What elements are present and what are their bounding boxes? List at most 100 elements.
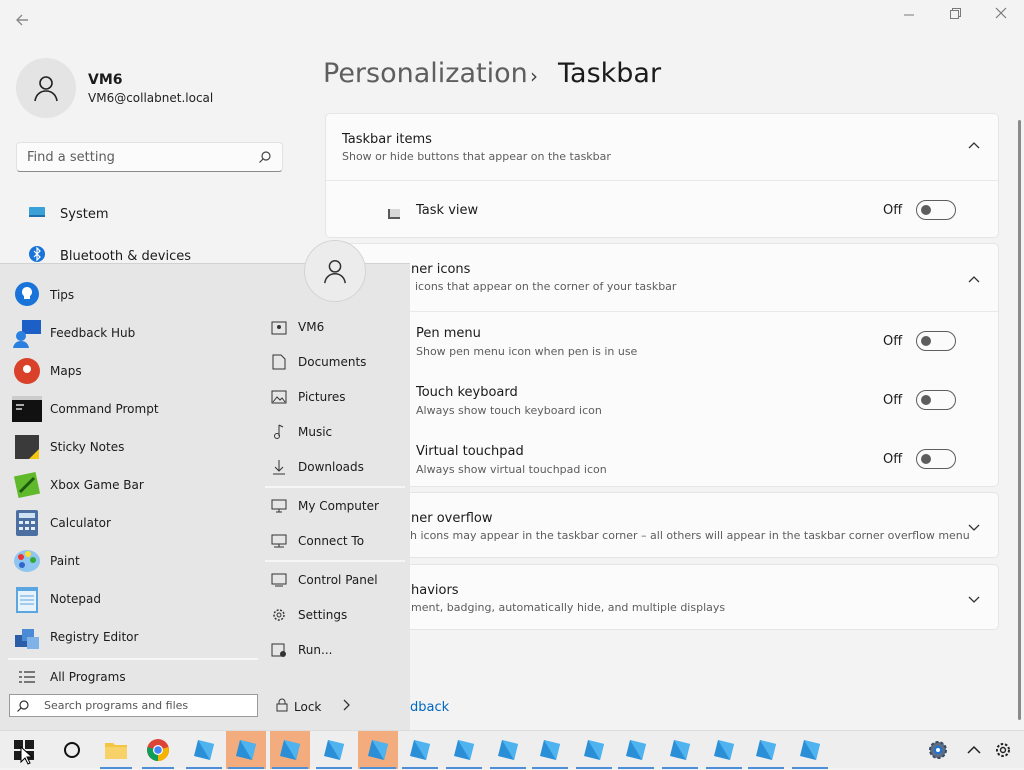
close-button[interactable] (994, 6, 1008, 24)
taskbar-app-button[interactable] (400, 731, 440, 769)
taskbar-app-button[interactable] (704, 731, 744, 769)
taskbar-app-button[interactable] (444, 731, 484, 769)
lock-icon (276, 698, 288, 715)
tray-settings-button[interactable] (920, 731, 956, 769)
start-item-paint[interactable]: Paint (12, 546, 80, 576)
app-icon (756, 740, 776, 760)
chrome-button[interactable] (140, 731, 176, 769)
taskbar-app-button[interactable] (746, 731, 786, 769)
picture-icon (270, 388, 288, 406)
taskbar-behaviors-card[interactable]: haviors ment, badging, automatically hid… (325, 564, 999, 630)
start-item-registry-editor[interactable]: Registry Editor (12, 622, 138, 652)
taskbar-app-button[interactable] (616, 731, 656, 769)
start-right-settings[interactable]: Settings (270, 606, 347, 624)
cortana-button[interactable] (54, 731, 90, 769)
gear-icon (996, 743, 1010, 757)
back-button[interactable] (14, 12, 30, 32)
start-right-run[interactable]: Run... (270, 641, 332, 659)
task-view-state: Off (883, 203, 903, 218)
start-right-control-panel[interactable]: Control Panel (270, 571, 378, 589)
computer-icon (270, 497, 288, 515)
mouse-cursor (20, 745, 34, 770)
start-item-command-prompt[interactable]: Command Prompt (12, 394, 159, 424)
taskbar-app-button[interactable] (574, 731, 614, 769)
nav-system[interactable]: System (28, 205, 108, 223)
taskbar-app-button[interactable] (530, 731, 570, 769)
taskbar-app-button[interactable] (314, 731, 354, 769)
virtual-touchpad-toggle[interactable] (916, 449, 956, 469)
file-explorer-button[interactable] (98, 731, 134, 769)
breadcrumb-separator: › (530, 64, 538, 88)
app-icon (626, 740, 646, 760)
taskbar-app-button[interactable] (270, 731, 310, 769)
user-folder-icon (270, 318, 288, 336)
corner-icons-title: ner icons (411, 262, 471, 277)
start-right-downloads[interactable]: Downloads (270, 458, 364, 476)
app-icon (714, 740, 734, 760)
start-right-connect-to[interactable]: Connect To (270, 532, 364, 550)
taskbar-behaviors-subtitle: ment, badging, automatically hide, and m… (411, 601, 726, 614)
user-avatar[interactable] (16, 58, 76, 118)
start-item-notepad[interactable]: Notepad (12, 584, 101, 614)
taskbar-app-button[interactable] (790, 731, 830, 769)
all-programs-label: All Programs (50, 670, 126, 684)
taskbar-app-button[interactable] (358, 731, 398, 769)
page-title: Taskbar (558, 58, 662, 89)
tray-gear-button[interactable] (985, 731, 1021, 769)
chevron-right-icon[interactable] (343, 699, 351, 714)
taskbar-app-button[interactable] (488, 731, 528, 769)
chevron-down-icon[interactable] (968, 521, 980, 536)
start-search-input[interactable]: Search programs and files (9, 694, 258, 717)
chevron-up-icon[interactable] (968, 138, 980, 153)
start-right-music[interactable]: Music (270, 423, 332, 441)
find-setting-input[interactable]: Find a setting (16, 142, 283, 172)
start-item-maps[interactable]: Maps (12, 356, 82, 386)
person-icon (323, 259, 347, 284)
taskbar-items-title: Taskbar items (342, 132, 432, 147)
task-view-toggle[interactable] (916, 200, 956, 220)
start-user-avatar[interactable] (304, 240, 366, 302)
virtual-touchpad-desc: Always show virtual touchpad icon (416, 463, 607, 476)
lock-button[interactable]: Lock (276, 698, 351, 715)
minimize-button[interactable] (902, 6, 916, 24)
chevron-down-icon[interactable] (968, 593, 980, 608)
chrome-icon (147, 739, 169, 761)
start-right-my-computer[interactable]: My Computer (270, 497, 379, 515)
start-right-label: Control Panel (298, 573, 378, 587)
maximize-button[interactable] (948, 6, 962, 24)
start-item-tips[interactable]: Tips (12, 280, 74, 310)
app-icon (670, 740, 690, 760)
touch-keyboard-label: Touch keyboard (416, 385, 518, 400)
start-item-calculator[interactable]: Calculator (12, 508, 111, 538)
start-right-pictures[interactable]: Pictures (270, 388, 346, 406)
start-item-sticky-notes[interactable]: Sticky Notes (12, 432, 124, 462)
touch-keyboard-toggle[interactable] (916, 390, 956, 410)
user-email: VM6@collabnet.local (88, 91, 214, 105)
start-right-label: Pictures (298, 390, 346, 404)
start-right-label: Run... (298, 643, 333, 657)
start-right-label: Music (298, 425, 333, 439)
touch-keyboard-desc: Always show touch keyboard icon (416, 404, 602, 417)
map-pin-icon (12, 356, 42, 386)
give-feedback-link[interactable]: dback (410, 700, 449, 715)
breadcrumb-parent[interactable]: Personalization (323, 58, 528, 89)
start-right-documents[interactable]: Documents (270, 353, 366, 371)
start-right-vm6[interactable]: VM6 (270, 318, 324, 336)
start-item-feedback-hub[interactable]: Feedback Hub (12, 318, 135, 348)
chevron-up-icon[interactable] (968, 272, 980, 287)
taskbar-app-button[interactable] (226, 731, 266, 769)
file-explorer-icon (105, 743, 127, 759)
network-icon (270, 532, 288, 550)
list-icon (12, 662, 42, 692)
all-programs-button[interactable]: All Programs (12, 662, 126, 692)
corner-overflow-card[interactable]: ner overflow h icons may appear in the t… (325, 492, 999, 558)
scrollbar[interactable] (1018, 120, 1021, 720)
taskbar-app-button[interactable] (184, 731, 224, 769)
start-item-xbox-game-bar[interactable]: Xbox Game Bar (12, 470, 144, 500)
document-icon (270, 353, 288, 371)
start-right-label: Connect To (298, 534, 365, 548)
registry-icon (12, 622, 42, 652)
pen-menu-toggle[interactable] (916, 331, 956, 351)
terminal-icon (12, 394, 42, 424)
taskbar-app-button[interactable] (660, 731, 700, 769)
